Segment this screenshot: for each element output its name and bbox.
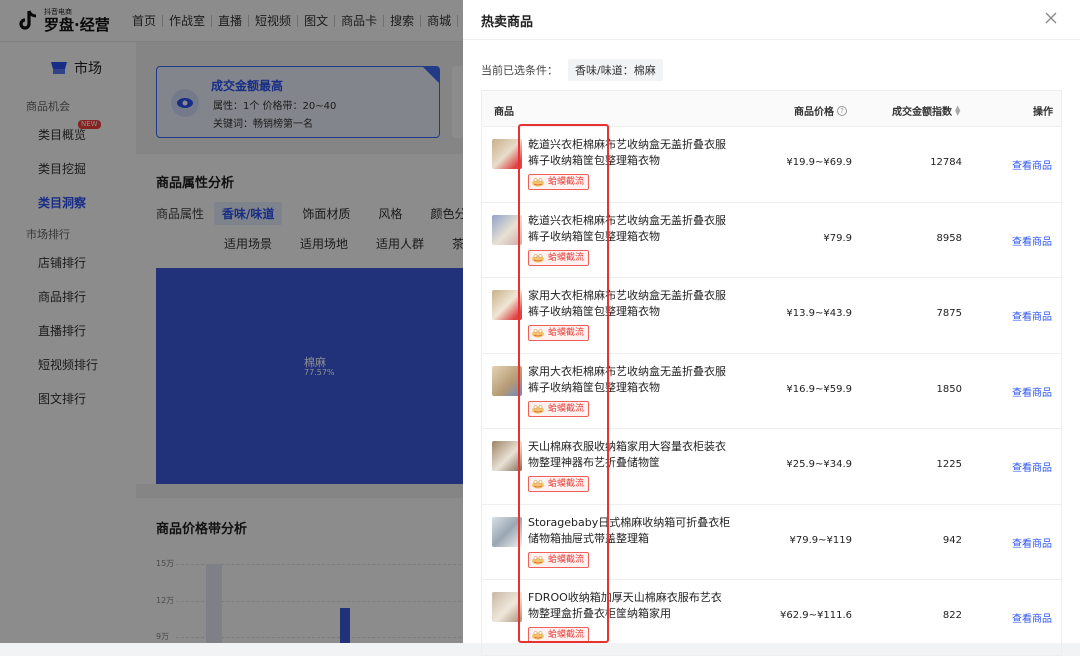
product-gmv-index: 1850 — [936, 383, 962, 395]
product-tag: 蛤蟆截流 — [528, 476, 590, 492]
hot-products-table: 商品 商品价格 ? 成交金额指数 ▲ ▼ 操作 乾道兴衣柜棉麻布艺收纳盒无盖折叠衣… — [481, 90, 1062, 656]
hot-products-drawer: 热卖商品 当前已选条件： 香味/味道：棉麻 商品 商品价格 ? 成交金额指数 ▲… — [463, 0, 1080, 656]
condition-tag: 香味/味道：棉麻 — [568, 59, 663, 81]
product-price: ¥79.9 — [823, 232, 852, 244]
toad-icon — [532, 480, 544, 489]
condition-label: 当前已选条件： — [481, 64, 558, 77]
product-price: ¥79.9~¥119 — [789, 534, 852, 546]
tag-label: 蛤蟆截流 — [548, 177, 585, 187]
tag-label: 蛤蟆截流 — [548, 554, 585, 565]
column-gmv-index[interactable]: 成交金额指数 ▲ ▼ — [892, 103, 960, 118]
view-product-link[interactable]: 查看商品 — [1012, 308, 1052, 323]
view-product-link[interactable]: 查看商品 — [1012, 535, 1052, 550]
view-product-link[interactable]: 查看商品 — [1012, 233, 1052, 248]
product-name[interactable]: 天山棉麻衣服收纳箱家用大容量衣柜装衣物整理神器布艺折叠储物筐 — [528, 439, 732, 471]
tag-label: 蛤蟆截流 — [548, 630, 585, 640]
table-row: 家用大衣柜棉麻布艺收纳盒无盖折叠衣服裤子收纳箱筐包整理箱衣物 蛤蟆截流 ¥13.… — [482, 278, 1061, 354]
product-thumbnail[interactable] — [492, 441, 522, 471]
close-icon[interactable] — [1044, 11, 1058, 25]
drawer-header: 热卖商品 — [463, 0, 1080, 40]
product-price: ¥13.9~¥43.9 — [786, 308, 852, 319]
product-gmv-index: 942 — [942, 534, 962, 546]
help-icon[interactable]: ? — [837, 105, 847, 116]
toad-icon — [532, 178, 544, 187]
product-thumbnail[interactable] — [492, 516, 522, 547]
table-row: 家用大衣柜棉麻布艺收纳盒无盖折叠衣服裤子收纳箱筐包整理箱衣物 蛤蟆截流 ¥16.… — [482, 354, 1061, 429]
product-tag: 蛤蟆截流 — [528, 551, 590, 568]
sort-icon[interactable]: ▲ ▼ — [955, 104, 960, 116]
product-name[interactable]: Storagebaby日式棉麻收纳箱可折叠衣柜储物箱抽屉式带盖整理箱 — [528, 515, 732, 547]
table-row: 乾道兴衣柜棉麻布艺收纳盒无盖折叠衣服裤子收纳箱筐包整理箱衣物 蛤蟆截流 ¥19.… — [482, 127, 1061, 203]
table-row: 乾道兴衣柜棉麻布艺收纳盒无盖折叠衣服裤子收纳箱筐包整理箱衣物 蛤蟆截流 ¥79.… — [482, 203, 1061, 278]
toad-icon — [532, 631, 544, 640]
product-name[interactable]: 乾道兴衣柜棉麻布艺收纳盒无盖折叠衣服裤子收纳箱筐包整理箱衣物 — [528, 213, 732, 245]
selected-conditions: 当前已选条件： 香味/味道：棉麻 — [481, 59, 663, 81]
product-name[interactable]: 乾道兴衣柜棉麻布艺收纳盒无盖折叠衣服裤子收纳箱筐包整理箱衣物 — [528, 137, 732, 169]
toad-icon — [532, 253, 544, 263]
product-tag: 蛤蟆截流 — [528, 325, 590, 341]
table-row: 天山棉麻衣服收纳箱家用大容量衣柜装衣物整理神器布艺折叠储物筐 蛤蟆截流 ¥25.… — [482, 429, 1061, 505]
product-gmv-index: 8958 — [936, 232, 962, 244]
product-name[interactable]: 家用大衣柜棉麻布艺收纳盒无盖折叠衣服裤子收纳箱筐包整理箱衣物 — [528, 288, 732, 320]
tag-label: 蛤蟆截流 — [548, 403, 585, 414]
product-tag: 蛤蟆截流 — [528, 627, 590, 643]
product-thumbnail[interactable] — [492, 592, 522, 622]
product-tag: 蛤蟆截流 — [528, 249, 590, 266]
tag-label: 蛤蟆截流 — [548, 479, 585, 489]
tag-label: 蛤蟆截流 — [548, 328, 585, 338]
column-product: 商品 — [494, 107, 514, 118]
product-tag: 蛤蟆截流 — [528, 174, 590, 190]
product-name[interactable]: 家用大衣柜棉麻布艺收纳盒无盖折叠衣服裤子收纳箱筐包整理箱衣物 — [528, 364, 732, 396]
product-price: ¥25.9~¥34.9 — [786, 459, 852, 470]
drawer-title: 热卖商品 — [481, 15, 534, 30]
toad-icon — [532, 329, 544, 338]
toad-icon — [532, 404, 544, 414]
product-gmv-index: 7875 — [936, 308, 962, 319]
view-product-link[interactable]: 查看商品 — [1012, 610, 1052, 625]
product-thumbnail[interactable] — [492, 290, 522, 320]
product-thumbnail[interactable] — [492, 214, 522, 245]
product-thumbnail[interactable] — [492, 139, 522, 169]
product-tag: 蛤蟆截流 — [528, 400, 590, 417]
column-price: 商品价格 ? — [794, 103, 847, 118]
table-row: FDROO收纳箱加厚天山棉麻衣服布艺衣物整理盒折叠衣柜筐纳箱家用 蛤蟆截流 ¥6… — [482, 580, 1061, 656]
view-product-link[interactable]: 查看商品 — [1012, 459, 1052, 474]
product-thumbnail[interactable] — [492, 365, 522, 396]
product-gmv-index: 12784 — [930, 157, 962, 168]
column-operation: 操作 — [1033, 107, 1053, 118]
product-gmv-index: 822 — [942, 610, 962, 621]
product-price: ¥19.9~¥69.9 — [786, 157, 852, 168]
product-price: ¥62.9~¥111.6 — [780, 610, 852, 621]
product-price: ¥16.9~¥59.9 — [786, 383, 852, 395]
view-product-link[interactable]: 查看商品 — [1012, 157, 1052, 172]
toad-icon — [532, 555, 544, 565]
view-product-link[interactable]: 查看商品 — [1012, 384, 1052, 399]
product-name[interactable]: FDROO收纳箱加厚天山棉麻衣服布艺衣物整理盒折叠衣柜筐纳箱家用 — [528, 590, 732, 622]
table-header: 商品 商品价格 ? 成交金额指数 ▲ ▼ 操作 — [482, 91, 1061, 127]
tag-label: 蛤蟆截流 — [548, 252, 585, 263]
table-row: Storagebaby日式棉麻收纳箱可折叠衣柜储物箱抽屉式带盖整理箱 蛤蟆截流 … — [482, 505, 1061, 580]
product-gmv-index: 1225 — [936, 459, 962, 470]
